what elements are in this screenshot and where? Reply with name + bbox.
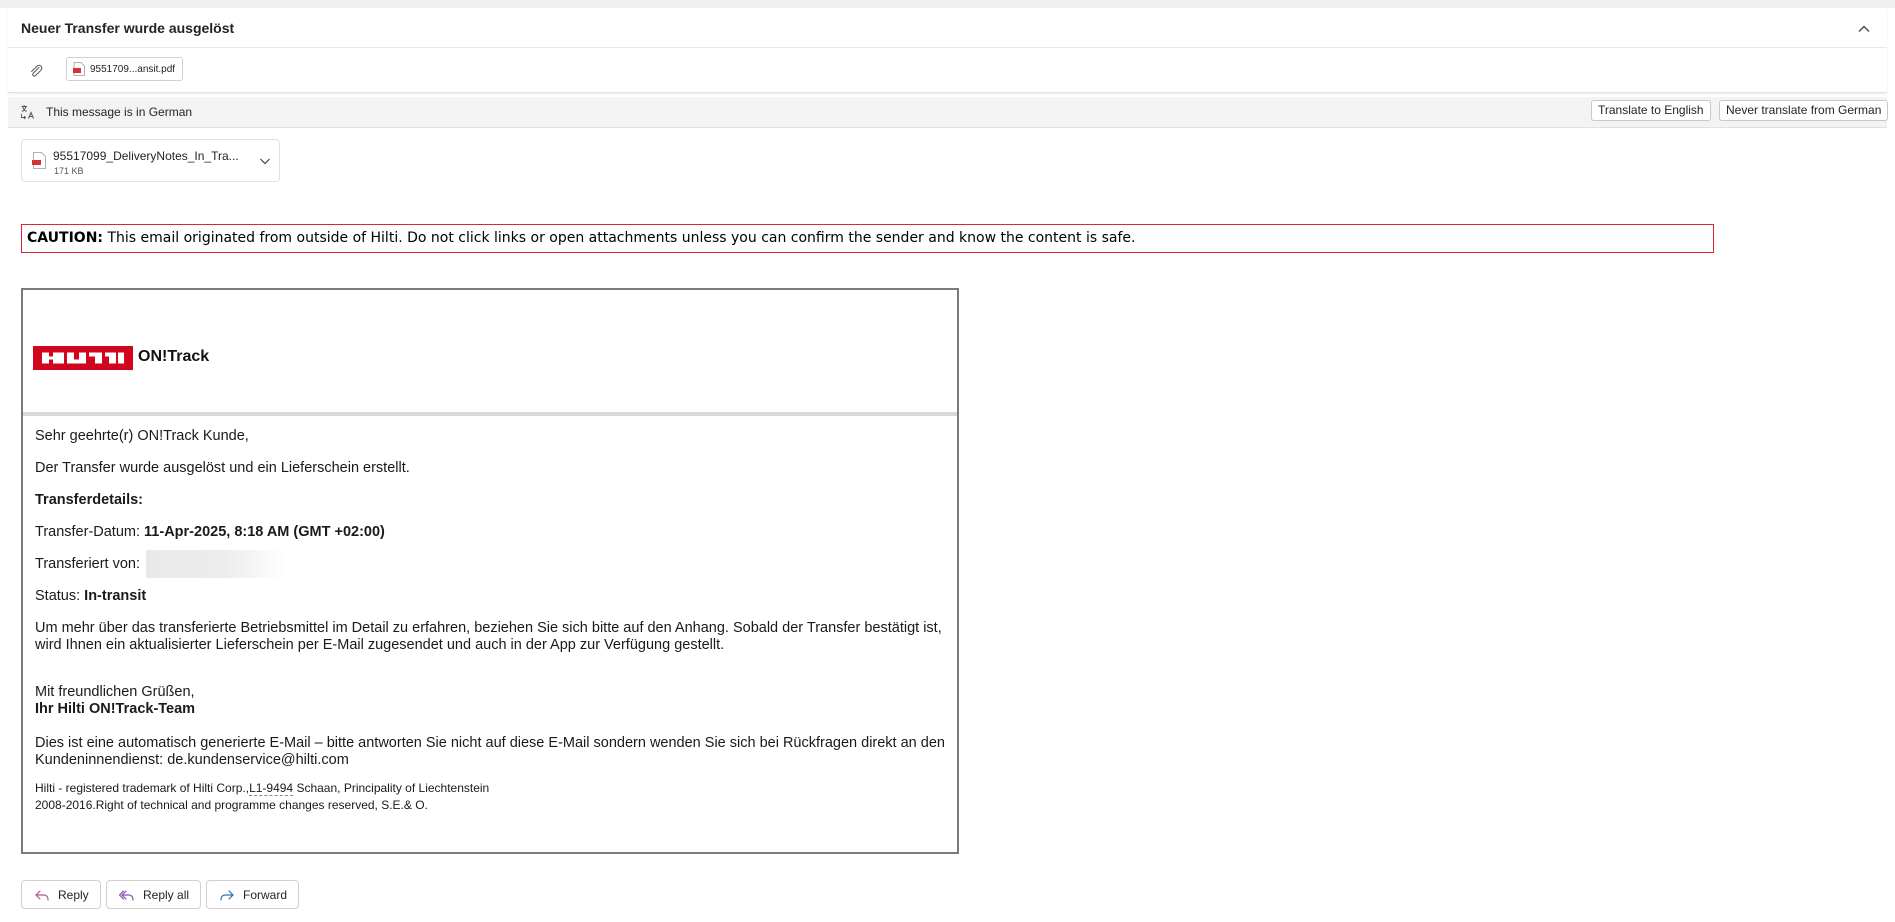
reply-all-label: Reply all bbox=[143, 887, 190, 902]
reply-label: Reply bbox=[58, 887, 89, 902]
transferred-from: Transferiert von: bbox=[35, 550, 947, 578]
hilti-logo bbox=[33, 346, 133, 370]
attachment-card[interactable]: 95517099_DeliveryNotes_In_Tra... 171 KB bbox=[21, 139, 280, 182]
closing-text: Mit freundlichen Grüßen, bbox=[35, 684, 195, 700]
email-header-area: ON!Track bbox=[23, 290, 957, 416]
translate-icon bbox=[20, 104, 36, 120]
ontrack-brand: ON!Track bbox=[138, 348, 210, 365]
signature: Ihr Hilti ON!Track-Team bbox=[35, 701, 196, 717]
chevron-down-icon[interactable] bbox=[258, 154, 272, 168]
pdf-file-icon bbox=[32, 152, 46, 169]
attachment-chip-label: 9551709...ansit.pdf bbox=[90, 63, 176, 75]
translate-to-english-button[interactable]: Translate to English bbox=[1591, 100, 1711, 121]
attachment-chip[interactable]: 9551709...ansit.pdf bbox=[66, 57, 184, 81]
translation-message: This message is in German bbox=[46, 105, 193, 119]
never-translate-button[interactable]: Never translate from German bbox=[1719, 100, 1889, 121]
trademark-code: L1-9494 bbox=[249, 781, 294, 796]
copyright-line: 2008-2016.Right of technical and program… bbox=[35, 798, 428, 812]
auto-notice: Dies ist eine automatisch generierte E-M… bbox=[35, 735, 945, 768]
forward-icon bbox=[220, 889, 234, 901]
top-strip bbox=[0, 0, 1895, 8]
pdf-file-icon bbox=[73, 62, 85, 76]
forward-label: Forward bbox=[243, 887, 288, 902]
caution-text: This email originated from outside of Hi… bbox=[107, 230, 1136, 246]
reply-all-icon bbox=[119, 889, 134, 901]
paperclip-icon bbox=[28, 63, 44, 79]
trademark-line: Hilti - registered trademark of Hilti Co… bbox=[35, 781, 490, 796]
greeting: Sehr geehrte(r) ON!Track Kunde, bbox=[35, 428, 249, 444]
intro-text: Der Transfer wurde ausgelöst und ein Lie… bbox=[35, 460, 410, 476]
email-body: ON!Track Sehr geehrte(r) ON!Track Kunde,… bbox=[21, 288, 959, 854]
reply-icon bbox=[35, 889, 49, 901]
reply-button[interactable]: Reply bbox=[21, 880, 101, 909]
redacted-sender bbox=[146, 550, 287, 578]
chevron-up-icon[interactable] bbox=[1855, 20, 1873, 38]
translation-bar: This message is in German Translate to E… bbox=[8, 97, 1889, 128]
caution-banner: CAUTION: This email originated from outs… bbox=[21, 224, 1714, 253]
message-header: Neuer Transfer wurde ausgelöst 9551709..… bbox=[8, 8, 1887, 93]
attachment-filename: 95517099_DeliveryNotes_In_Tra... bbox=[53, 149, 239, 163]
header-divider bbox=[8, 47, 1887, 48]
body-text: Um mehr über das transferierte Betriebsm… bbox=[35, 620, 942, 653]
attachment-size: 171 KB bbox=[54, 166, 84, 176]
message-subject: Neuer Transfer wurde ausgelöst bbox=[21, 20, 235, 36]
reply-all-button[interactable]: Reply all bbox=[106, 880, 202, 909]
forward-button[interactable]: Forward bbox=[206, 880, 300, 909]
transfer-status: Status: In-transit bbox=[35, 588, 147, 604]
details-heading: Transferdetails: bbox=[35, 492, 143, 508]
caution-label: CAUTION: bbox=[27, 230, 104, 246]
transfer-date: Transfer-Datum: 11-Apr-2025, 8:18 AM (GM… bbox=[35, 524, 385, 540]
